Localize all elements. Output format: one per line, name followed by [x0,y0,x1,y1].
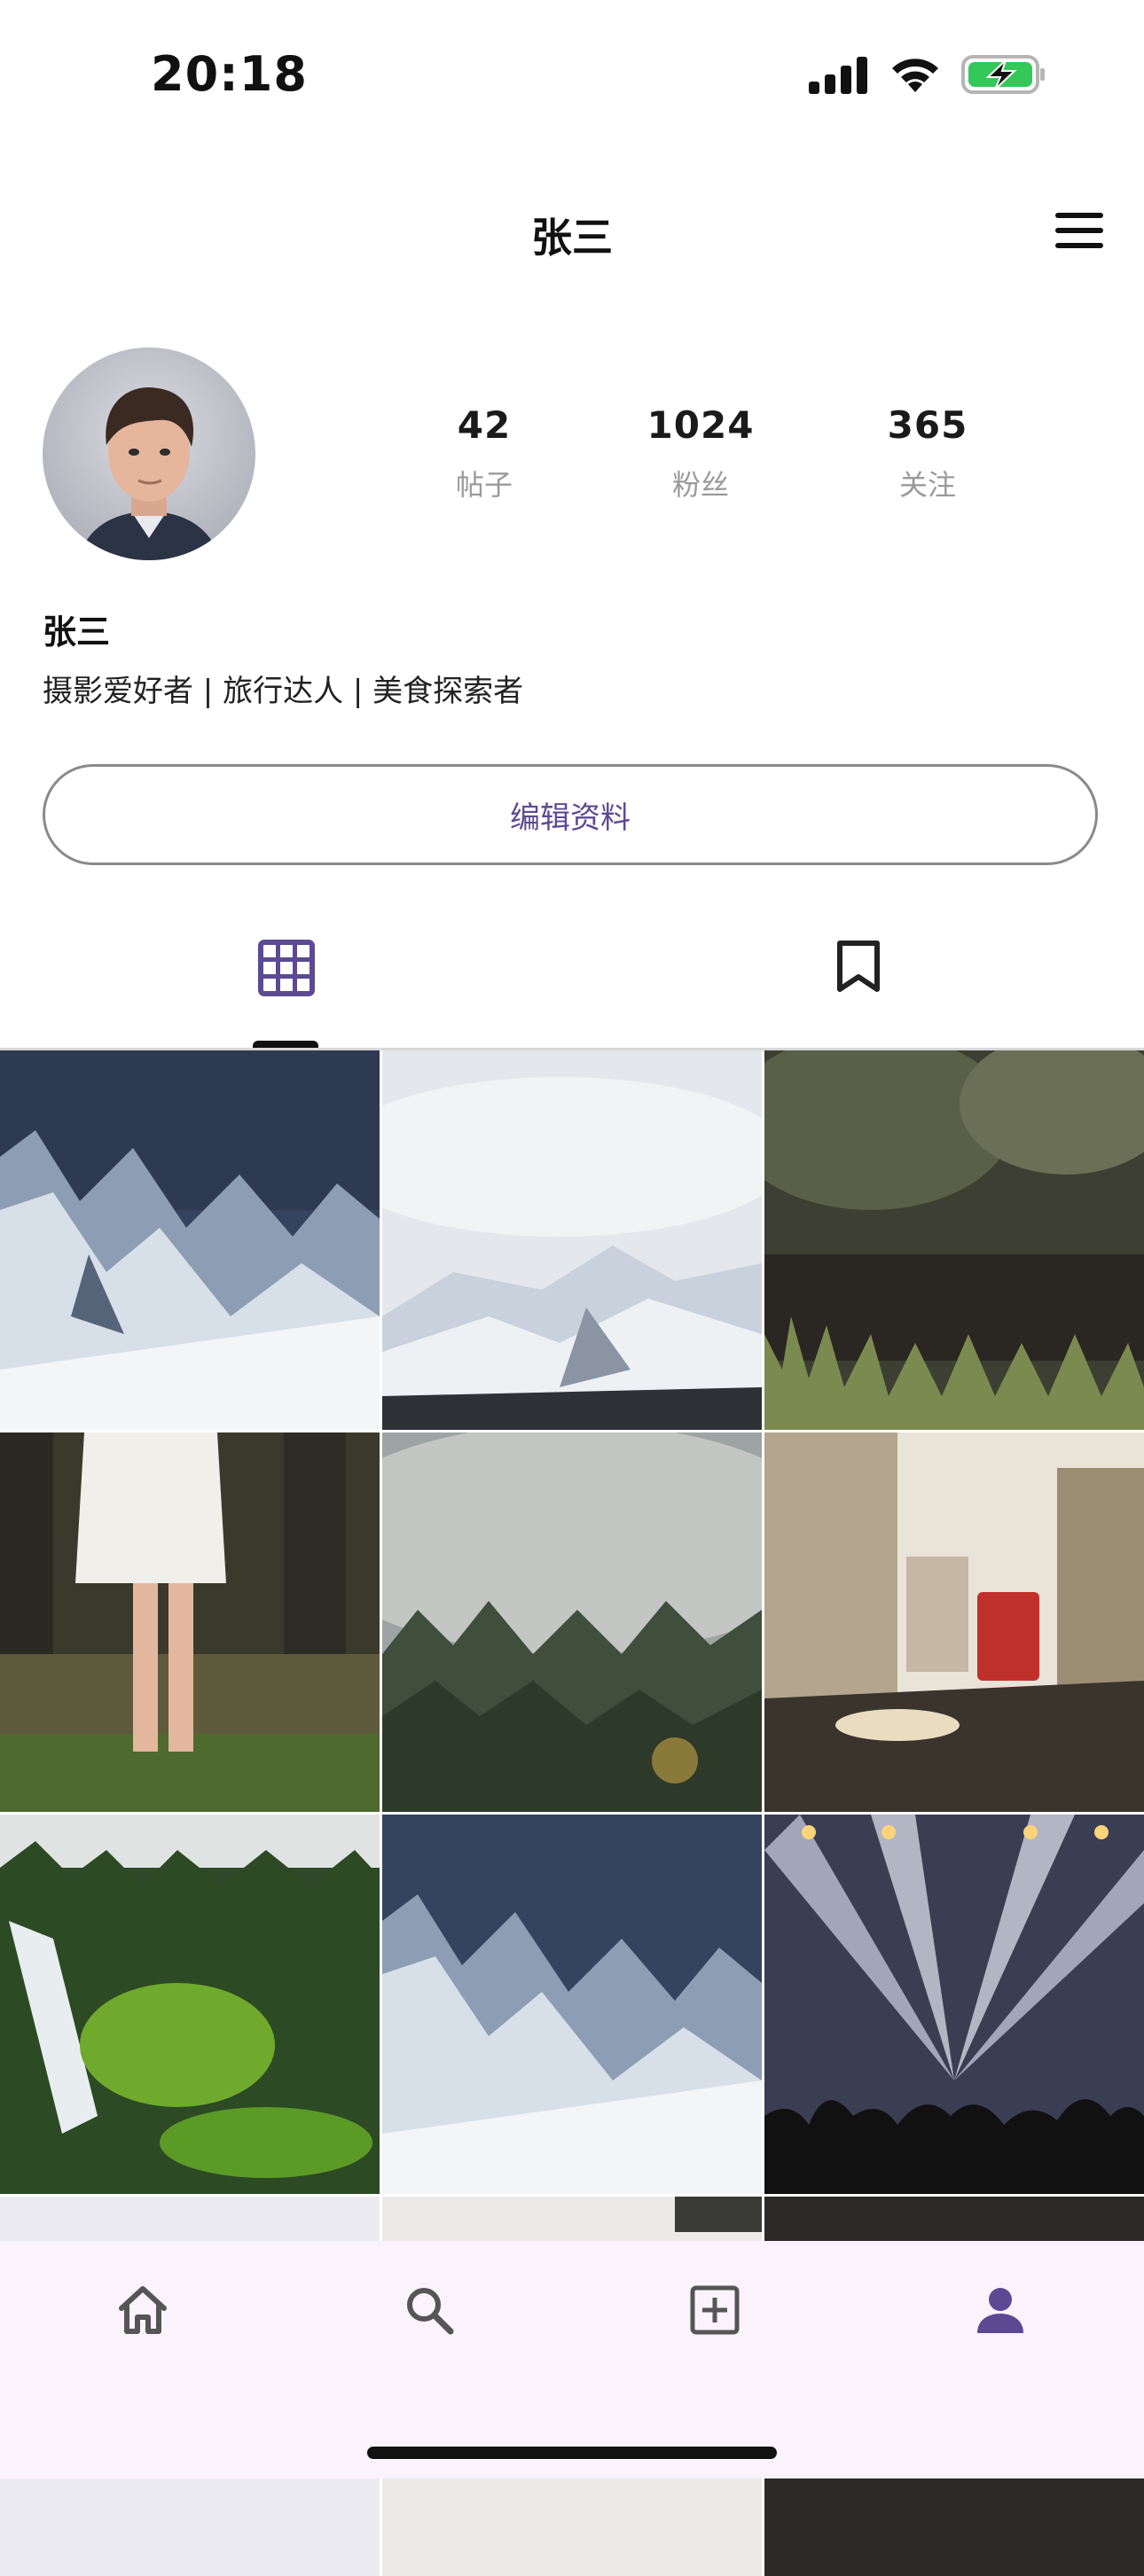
photo-tile-snowy-mountain-clouds[interactable] [382,1050,762,1430]
wifi-icon [892,59,938,92]
photo-tile-concert-lights[interactable] [764,1815,1144,2194]
profile-icon [977,2288,1023,2333]
stat-followers-label: 粉丝 [671,468,729,502]
stat-posts[interactable]: 42 帖子 [387,403,582,503]
photo-tile-city-street-bus[interactable] [764,1432,1144,1812]
nav-home[interactable] [90,2283,196,2390]
photo-tile-misty-forest[interactable] [382,1432,762,1812]
avatar[interactable] [43,347,255,560]
stat-following-label: 关注 [898,468,956,502]
stat-followers[interactable]: 1024 粉丝 [603,403,798,503]
stat-posts-label: 帖子 [455,468,513,502]
bookmark-icon [836,941,880,992]
header-title: 张三 [531,214,613,262]
profile-name: 张三 [43,613,111,652]
grid-icon [257,940,315,996]
bottom-navigation [0,2241,1144,2478]
photo-tile-snowy-mountains-2[interactable] [382,1815,762,2194]
nav-profile[interactable] [947,2283,1054,2390]
signal-icon [809,57,867,94]
search-icon [407,2288,454,2335]
nav-add-post[interactable] [662,2283,768,2390]
tab-posts-grid[interactable] [0,940,572,1044]
status-icons [809,53,1046,96]
photo-tile-snowy-mountains[interactable] [0,1050,380,1430]
avatar-portrait [43,347,255,560]
tab-saved[interactable] [572,940,1144,1044]
photo-tile-person-standing-forest[interactable] [0,1432,380,1812]
home-icon [119,2286,167,2334]
home-indicator [367,2447,777,2459]
stat-following[interactable]: 365 关注 [830,403,1025,503]
photo-tile-waterfall-green[interactable] [0,1815,380,2194]
battery-charging-icon [961,55,1045,94]
profile-bio: 摄影爱好者 | 旅行达人 | 美食探索者 [43,674,524,709]
hamburger-menu-icon[interactable] [1054,209,1105,252]
status-time: 20:18 [151,46,308,102]
photo-tile-grass-bokeh[interactable] [764,1050,1144,1430]
stat-following-value: 365 [887,403,968,447]
add-post-icon [690,2285,740,2335]
stat-posts-value: 42 [457,403,512,447]
nav-search[interactable] [376,2283,482,2390]
edit-profile-button[interactable]: 编辑资料 [43,764,1098,865]
stat-followers-value: 1024 [646,403,755,447]
